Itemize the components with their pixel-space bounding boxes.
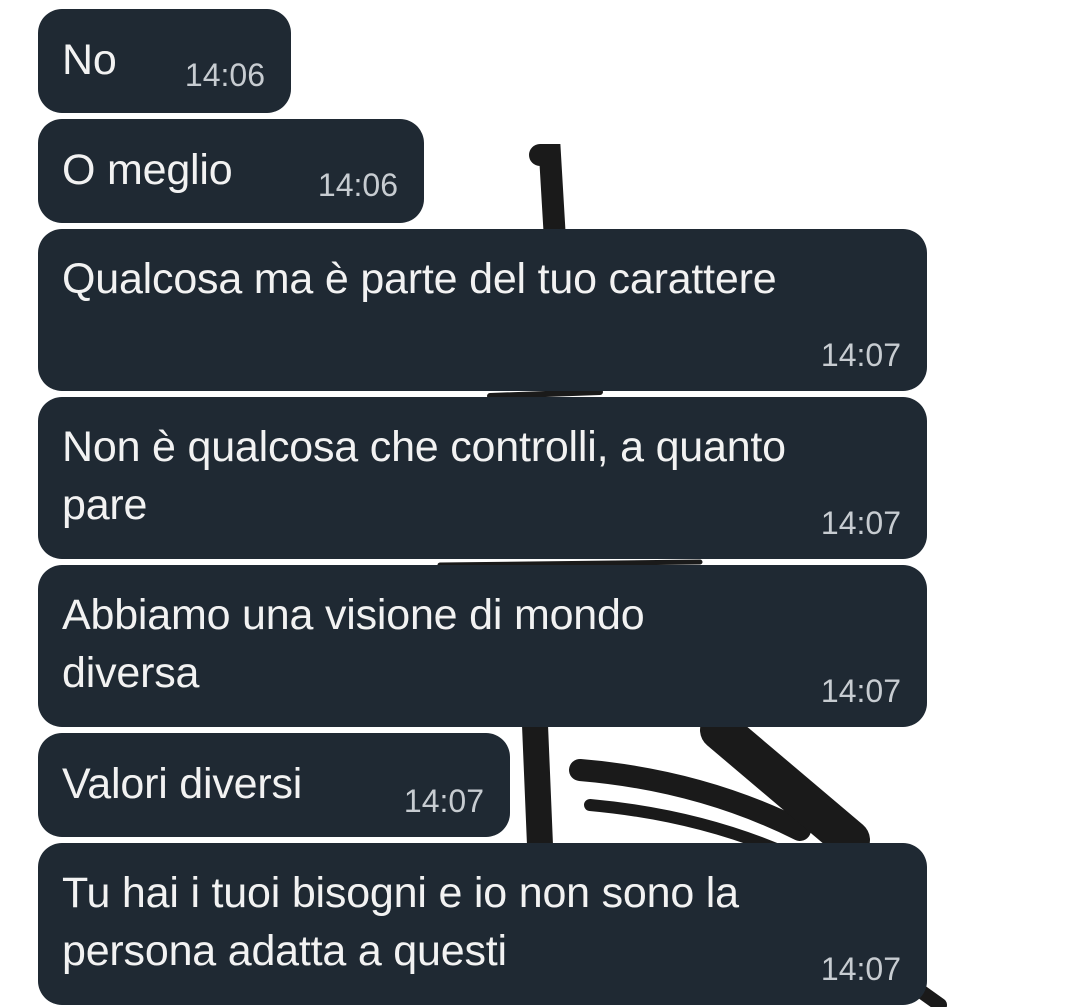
chat-message-list[interactable]: No 14:06 O meglio 14:06 Qualcosa ma è pa… [0,0,1080,1007]
message-timestamp: 14:07 [820,505,901,541]
message-text: Valori diversi [62,760,303,808]
message-timestamp: 14:07 [820,673,901,709]
message-bubble[interactable]: Abbiamo una visione di mondo diversa 14:… [38,565,927,727]
message-text: No [62,36,117,84]
message-text: Abbiamo una visione di mondo diversa [62,591,645,697]
message-text: Non è qualcosa che controlli, a quanto p… [62,423,786,529]
message-timestamp: 14:07 [820,951,901,987]
message-bubble[interactable]: Tu hai i tuoi bisogni e io non sono la p… [38,843,927,1005]
message-timestamp: 14:06 [317,167,398,203]
message-bubble[interactable]: Qualcosa ma è parte del tuo carattere 14… [38,229,927,391]
message-text: Tu hai i tuoi bisogni e io non sono la p… [62,869,739,975]
message-text: O meglio [62,146,233,194]
message-timestamp: 14:06 [184,57,265,93]
message-text: Qualcosa ma è parte del tuo carattere [62,255,777,303]
message-bubble[interactable]: No 14:06 [38,9,291,113]
message-timestamp: 14:07 [820,337,901,373]
message-bubble[interactable]: Non è qualcosa che controlli, a quanto p… [38,397,927,559]
message-bubble[interactable]: O meglio 14:06 [38,119,424,223]
message-timestamp: 14:07 [403,783,484,819]
message-bubble[interactable]: Valori diversi 14:07 [38,733,510,837]
